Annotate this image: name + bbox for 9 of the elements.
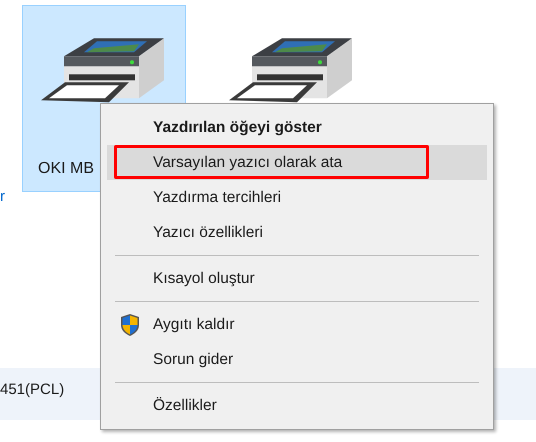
menu-item[interactable]: Aygıtı kaldır: [107, 307, 487, 342]
menu-item[interactable]: Varsayılan yazıcı olarak ata: [107, 145, 487, 180]
menu-item[interactable]: Özellikler: [107, 388, 487, 423]
menu-item[interactable]: Sorun gider: [107, 342, 487, 377]
status-text: 451(PCL): [0, 380, 64, 400]
menu-item[interactable]: Yazıcı özellikleri: [107, 215, 487, 250]
side-link[interactable]: r: [0, 186, 5, 208]
menu-item[interactable]: Kısayol oluştur: [107, 261, 487, 296]
device-label: OKI MB: [38, 158, 94, 179]
